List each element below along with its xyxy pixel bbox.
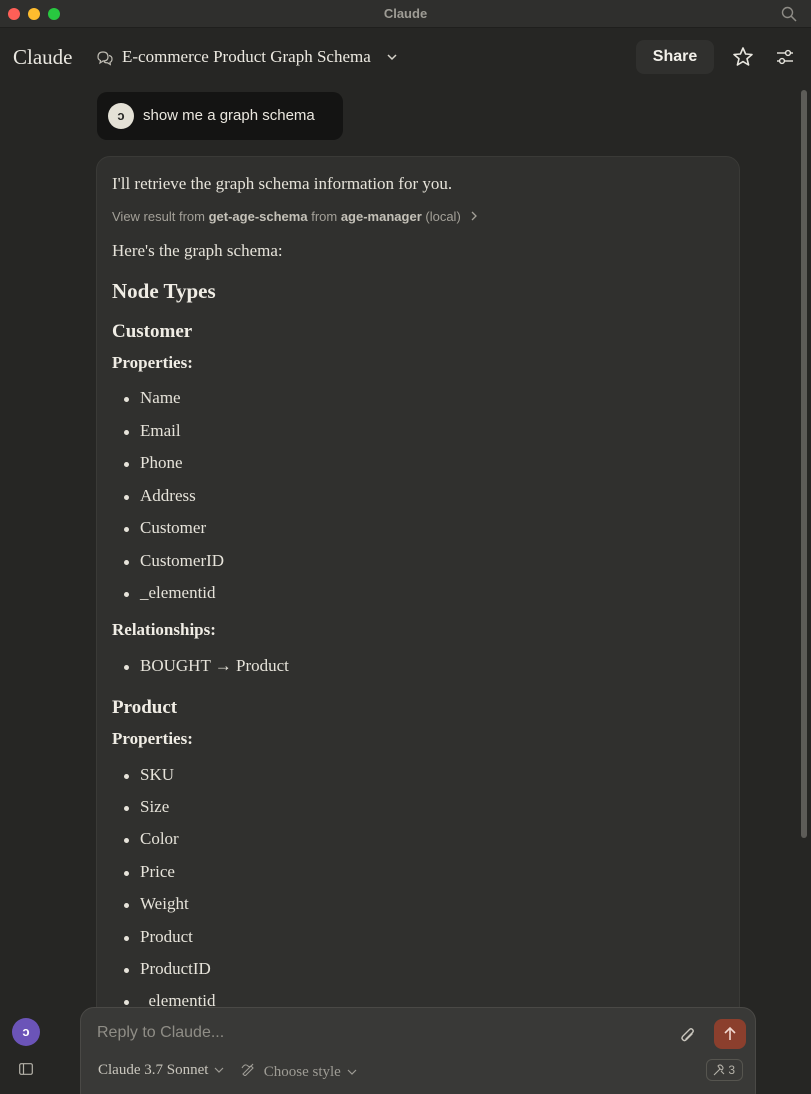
settings-sliders-icon[interactable] [774, 46, 796, 68]
tool-result-suffix: (local) [425, 209, 461, 224]
list-bullet [124, 903, 129, 908]
node-type-title: Product [112, 697, 178, 718]
list-bullet [124, 838, 129, 843]
list-item: _elementid [140, 583, 216, 602]
assistant-message: I'll retrieve the graph schema informati… [96, 156, 740, 1036]
list-item: Weight [140, 894, 189, 913]
list-item: Address [140, 486, 196, 505]
share-button[interactable]: Share [636, 40, 714, 74]
send-button[interactable] [714, 1019, 746, 1049]
list-item: Price [140, 862, 175, 881]
model-selector[interactable]: Claude 3.7 Sonnet [98, 1062, 224, 1079]
scrollbar-thumb[interactable] [801, 90, 807, 838]
tool-name: get-age-schema [208, 209, 308, 224]
user-message-text: show me a graph schema [143, 107, 315, 124]
relationship-item: BOUGHT → Product [140, 656, 289, 675]
list-bullet [124, 806, 129, 811]
list-bullet [124, 871, 129, 876]
claude-logo[interactable]: Claude [13, 45, 72, 70]
style-label: Choose style [263, 1064, 341, 1080]
list-bullet [124, 774, 129, 779]
list-item: Phone [140, 453, 183, 472]
relationships-label: Relationships: [112, 620, 216, 639]
model-name: Claude 3.7 Sonnet [98, 1062, 209, 1078]
tools-count: 3 [728, 1063, 735, 1077]
list-bullet [124, 665, 129, 670]
chevron-down-icon [347, 1069, 357, 1075]
list-bullet [124, 560, 129, 565]
list-bullet [124, 592, 129, 597]
style-selector[interactable]: Choose style [241, 1062, 357, 1081]
list-item: ProductID [140, 959, 211, 978]
tools-icon [713, 1064, 725, 1076]
list-bullet [124, 462, 129, 467]
app-header: Claude E-commerce Product Graph Schema S… [0, 28, 811, 86]
assistant-lead: Here's the graph schema: [112, 241, 283, 260]
sidebar-toggle-icon[interactable] [19, 1063, 33, 1075]
window-title: Claude [383, 6, 428, 21]
paperclip-icon[interactable] [679, 1026, 697, 1046]
assistant-intro: I'll retrieve the graph schema informati… [112, 174, 453, 193]
chat-bubbles-icon [97, 51, 113, 66]
window-titlebar: Claude [0, 0, 811, 28]
reply-composer: Claude 3.7 Sonnet Choose style 3 [80, 1007, 756, 1094]
tools-button[interactable]: 3 [706, 1059, 743, 1081]
user-avatar: ↄ [108, 103, 134, 129]
list-bullet [124, 495, 129, 500]
list-bullet [124, 1000, 129, 1005]
list-bullet [124, 430, 129, 435]
list-item: Color [140, 829, 179, 848]
chevron-right-icon [471, 211, 478, 221]
section-heading: Node Types [112, 279, 216, 303]
star-icon[interactable] [731, 45, 755, 69]
search-icon[interactable] [781, 6, 797, 22]
list-bullet [124, 968, 129, 973]
list-item: SKU [140, 765, 175, 784]
user-message: ↄ show me a graph schema [97, 92, 343, 140]
pen-scribble-icon [241, 1063, 254, 1077]
properties-label: Properties: [112, 353, 193, 372]
tool-result-prefix: View result from [112, 209, 205, 224]
tool-result-mid: from [311, 209, 338, 224]
list-bullet [124, 936, 129, 941]
list-item: CustomerID [140, 551, 225, 570]
list-item: Size [140, 797, 170, 816]
conversation-title[interactable]: E-commerce Product Graph Schema [122, 47, 371, 67]
list-bullet [124, 527, 129, 532]
reply-input[interactable] [97, 1022, 657, 1044]
list-bullet [124, 397, 129, 402]
list-item: Customer [140, 518, 207, 537]
node-type-title: Customer [112, 321, 193, 342]
list-item: Name [140, 388, 181, 407]
profile-avatar[interactable]: ↄ [12, 1018, 40, 1046]
properties-label: Properties: [112, 729, 193, 748]
list-item: Email [140, 421, 181, 440]
tool-result-link[interactable]: View result from get-age-schema from age… [112, 209, 478, 224]
chevron-down-icon[interactable] [386, 52, 398, 62]
tool-server: age-manager [340, 209, 422, 224]
arrow-up-icon [724, 1026, 736, 1040]
chevron-down-icon [214, 1067, 224, 1073]
list-item: Product [140, 927, 193, 946]
